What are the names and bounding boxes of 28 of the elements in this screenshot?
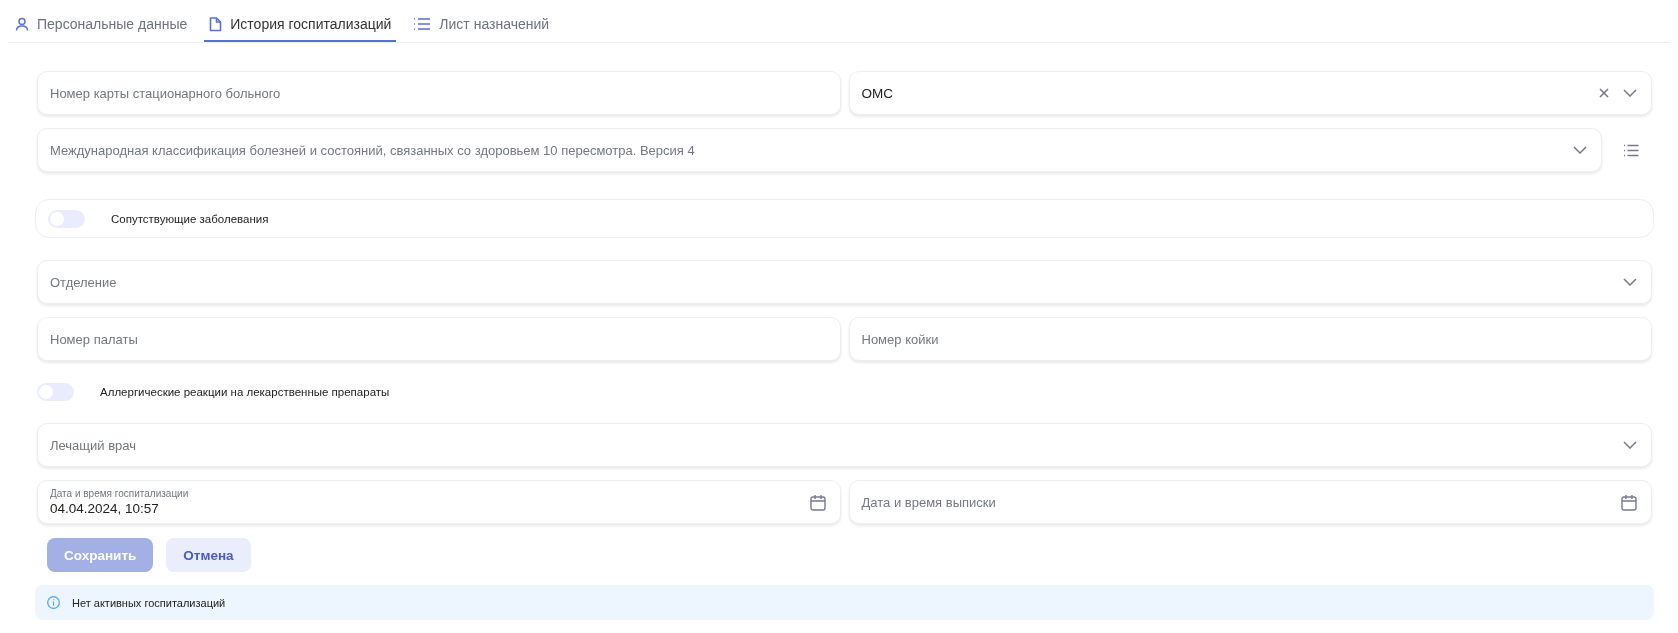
text-field[interactable]: Номер палаты xyxy=(37,317,841,361)
toggle-label: Сопутствующие заболевания xyxy=(111,212,269,225)
calendar-icon[interactable] xyxy=(1621,493,1637,511)
text-field[interactable]: Номер карты стационарного больного xyxy=(37,71,841,115)
document-icon xyxy=(209,16,223,32)
date-field[interactable]: Дата и время выписки xyxy=(848,480,1652,524)
info-icon xyxy=(47,596,60,609)
close-icon[interactable] xyxy=(1599,88,1609,98)
chevron-down-icon[interactable] xyxy=(1623,278,1637,286)
info-text: Нет активных госпитализаций xyxy=(72,596,226,609)
cancel-button[interactable]: Отмена xyxy=(166,538,251,572)
select-field[interactable]: Лечащий врач xyxy=(37,423,1652,467)
tab[interactable]: Лист назначений xyxy=(408,8,555,42)
toggle-label: Аллергические реакции на лекарственные препараты xyxy=(100,386,390,398)
calendar-icon[interactable] xyxy=(809,493,826,511)
text-field[interactable]: Номер койки xyxy=(848,317,1652,361)
chevron-down-icon[interactable] xyxy=(1623,89,1637,97)
select-field[interactable]: Международная классификация болезней и состояний, связанных со здоровьем 10 пересмотра. Версия 4 xyxy=(37,128,1602,172)
chevron-down-icon[interactable] xyxy=(1573,146,1587,154)
list-icon xyxy=(413,17,432,31)
tab[interactable]: История госпитализаций xyxy=(204,8,397,42)
list-icon xyxy=(1623,143,1639,157)
select-field[interactable]: Отделение xyxy=(37,260,1652,304)
select-field[interactable]: ОМС xyxy=(848,71,1652,115)
chevron-down-icon[interactable] xyxy=(1623,441,1637,449)
date-field[interactable]: Дата и время госпитализации 04.04.2024, 10:57 xyxy=(37,480,841,524)
tab[interactable]: Персональные данные xyxy=(10,8,193,42)
person-icon xyxy=(15,17,29,31)
